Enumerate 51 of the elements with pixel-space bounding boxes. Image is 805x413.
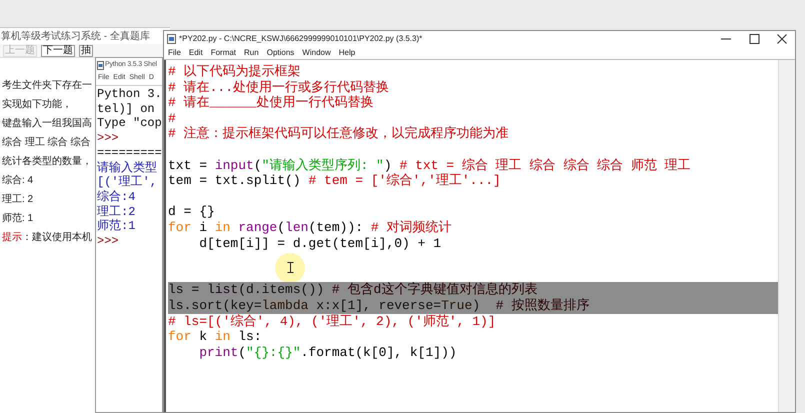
shell-line: tel)] on — [97, 102, 155, 116]
code-line: d = {} — [168, 204, 216, 220]
menu-item[interactable]: Run — [244, 46, 259, 58]
question-text: 统计各类型的数量， — [2, 154, 92, 169]
toolbar-button[interactable]: 抽 — [79, 44, 93, 56]
code-line: # ls=[('综合', 4), ('理工', 2), ('师范', 1)] — [168, 314, 497, 330]
shell-line: >>> — [97, 234, 119, 249]
close-icon[interactable] — [775, 34, 789, 44]
shell-line: 师范:1 — [97, 219, 136, 234]
shell-line: 理工:2 — [97, 204, 136, 219]
shell-line: 综合:4 — [97, 190, 136, 205]
code-line: tem = txt.split() # tem = ['综合','理工'...] — [168, 173, 502, 189]
shell-line: >>> — [97, 131, 119, 146]
code-line: for k in ls: — [168, 329, 263, 345]
hint-label: 提示 — [2, 231, 22, 245]
code-line: # 请在...处使用一行或多行代码替换 — [168, 80, 390, 95]
menu-item[interactable]: Format — [210, 46, 236, 58]
code-line: txt = input("请输入类型序列: ") # txt = 综合 理工 综合 综合 综合 师范 理工 — [168, 158, 692, 173]
shell-line: Python 3. — [97, 87, 162, 102]
menu-item[interactable]: Help — [338, 46, 356, 58]
maximize-icon[interactable] — [747, 34, 761, 44]
question-text: 综合 理工 综合 综合 — [2, 136, 90, 150]
question-text: 理工: 2 — [2, 193, 34, 207]
code-line: # 请在______处使用一行代码替换 — [168, 95, 374, 111]
text-cursor-icon — [287, 262, 294, 273]
code-line: # 以下代码为提示框架 — [168, 64, 302, 80]
scrollbar[interactable] — [778, 60, 795, 412]
menu-item[interactable]: Window — [302, 46, 331, 58]
menu-item[interactable]: Options — [266, 46, 294, 58]
hint-text: ：建议使用本机 — [22, 230, 92, 245]
cursor-highlight — [275, 253, 305, 283]
shell-line: Type "cop — [97, 116, 162, 132]
menu-item[interactable]: File — [168, 46, 181, 58]
question-text: 综合: 4 — [2, 174, 34, 188]
toolbar-button[interactable]: 下一题 — [41, 44, 75, 56]
code-line: print("{}:{}".format(k[0], k[1])) — [198, 344, 458, 360]
menu-item[interactable]: Edit — [188, 46, 203, 58]
code-line: # 注意：提示框架代码可以任意修改，以完成程序功能为准 — [168, 126, 510, 142]
code-line: # — [168, 110, 177, 126]
shell-line: [('理工', — [97, 175, 158, 190]
shell-line: 请输入类型 — [97, 160, 157, 176]
shell-line: ========= — [97, 146, 162, 161]
code-line: for i in range(len(tem)): # 对词频统计 — [168, 220, 452, 236]
window-title: 算机等级考试练习系统 - 全真题库 — [1, 30, 150, 44]
question-text: 键盘输入一组我国高 — [2, 116, 92, 131]
python-file-icon — [167, 34, 176, 44]
question-text: 考生文件夹下存在一 — [2, 78, 92, 93]
code-line: d[tem[i]] = d.get(tem[i],0) + 1 — [198, 236, 442, 252]
question-text: 师范: 1 — [2, 212, 34, 226]
window-title: *PY202.py - C:\NCRE_KSWJ\6662999999010101\PY202.py (3.5.3)* — [179, 32, 422, 44]
question-text: 实现如下功能， — [2, 98, 72, 112]
